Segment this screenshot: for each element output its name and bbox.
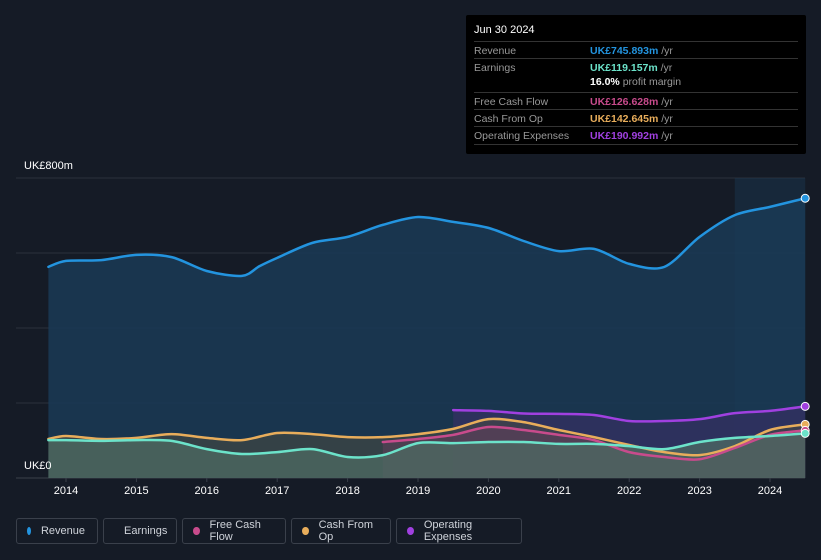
legend-item-free-cash-flow[interactable]: Free Cash Flow — [182, 518, 286, 544]
legend-item-cash-from-op[interactable]: Cash From Op — [291, 518, 391, 544]
tooltip-row-cfo: Cash From Op UK£142.645m /yr — [474, 109, 798, 127]
free-cash-flow-dot-icon — [193, 527, 200, 535]
x-tick-label: 2021 — [546, 485, 572, 497]
tooltip-row-opex: Operating Expenses UK£190.992m /yr — [474, 126, 798, 145]
tooltip-row-fcf: Free Cash Flow UK£126.628m /yr — [474, 92, 798, 110]
legend-item-operating-expenses[interactable]: Operating Expenses — [396, 518, 522, 544]
legend-label: Earnings — [124, 525, 168, 537]
x-tick-label: 2018 — [335, 485, 360, 497]
tooltip-value: UK£119.157m /yr — [590, 62, 673, 74]
revenue-endpoint — [800, 193, 810, 203]
tooltip-label: Free Cash Flow — [474, 96, 549, 108]
cash-from-op-dot-icon — [302, 527, 309, 535]
x-tick-label: 2015 — [124, 485, 149, 497]
x-tick-label: 2014 — [53, 485, 79, 497]
x-tick-label: 2022 — [616, 485, 642, 497]
x-tick-label: 2016 — [194, 485, 220, 497]
tooltip-value: UK£190.992m /yr — [590, 130, 673, 142]
operating-expenses-dot-icon — [407, 527, 414, 535]
earnings-endpoint — [800, 428, 810, 438]
tooltip-label: Revenue — [474, 45, 517, 57]
legend-label: Free Cash Flow — [209, 519, 261, 543]
x-tick-label: 2023 — [687, 485, 712, 497]
legend-label: Cash From Op — [318, 519, 373, 543]
tooltip-date: Jun 30 2024 — [474, 24, 535, 36]
tooltip: Jun 30 2024 Revenue UK£745.893m /yr Earn… — [466, 15, 806, 154]
operating-expenses-endpoint — [800, 401, 810, 411]
legend-label: Operating Expenses — [423, 519, 473, 543]
tooltip-label: Cash From Op — [474, 113, 543, 125]
tooltip-value: UK£745.893m /yr — [590, 45, 673, 57]
tooltip-row-revenue: Revenue UK£745.893m /yr — [474, 41, 798, 59]
series-areas — [48, 198, 806, 478]
tooltip-value: UK£142.645m /yr — [590, 113, 673, 125]
legend-item-revenue[interactable]: Revenue — [16, 518, 98, 544]
x-tick-label: 2020 — [476, 485, 501, 497]
x-ticks — [65, 478, 771, 482]
x-tick-label: 2024 — [757, 485, 783, 497]
tooltip-profit-margin: 16.0% profit margin — [590, 76, 682, 88]
y-axis-label-zero: UK£0 — [24, 460, 52, 472]
legend-label: Revenue — [40, 525, 85, 537]
x-tick-label: 2019 — [405, 485, 431, 497]
legend-item-earnings[interactable]: Earnings — [103, 518, 177, 544]
revenue-dot-icon — [27, 527, 31, 535]
tooltip-label: Operating Expenses — [474, 130, 570, 142]
tooltip-value: UK£126.628m /yr — [590, 96, 673, 108]
y-axis-label-top: UK£800m — [24, 160, 73, 172]
tooltip-label: Earnings — [474, 62, 516, 74]
legend: Revenue Earnings Free Cash Flow Cash Fro… — [16, 518, 522, 544]
tooltip-row-earnings: Earnings UK£119.157m /yr — [474, 58, 798, 76]
x-tick-label: 2017 — [264, 485, 290, 497]
